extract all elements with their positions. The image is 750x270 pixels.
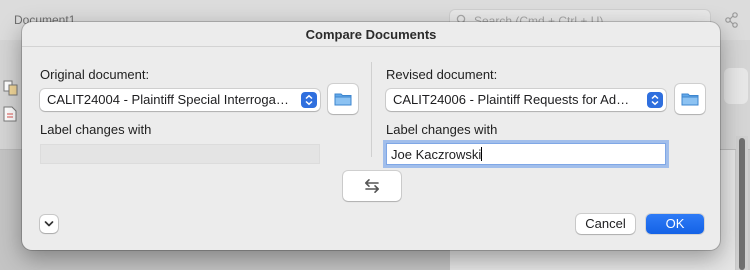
revised-document-label: Revised document:	[386, 67, 498, 82]
chevron-down-icon	[44, 221, 54, 227]
dialog-title: Compare Documents	[305, 27, 437, 42]
ribbon-collapse-button[interactable]	[724, 68, 748, 104]
cancel-button[interactable]: Cancel	[576, 214, 635, 234]
text-caret	[481, 147, 483, 161]
revised-label-changes-title: Label changes with	[386, 122, 498, 137]
scrollbar-thumb[interactable]	[739, 138, 745, 270]
original-label-changes-title: Label changes with	[40, 122, 152, 137]
browse-revised-button[interactable]	[675, 84, 705, 114]
folder-icon	[334, 93, 352, 106]
column-divider	[371, 62, 372, 157]
revised-label-changes-value: Joe Kaczrowski	[391, 147, 482, 162]
original-document-value: CALIT24004 - Plaintiff Special Interroga…	[47, 92, 305, 107]
share-icon[interactable]	[722, 11, 740, 29]
original-document-label: Original document:	[40, 67, 150, 82]
original-document-select[interactable]: CALIT24004 - Plaintiff Special Interroga…	[40, 89, 320, 111]
chevron-updown-icon	[647, 92, 663, 108]
document-icon[interactable]	[3, 106, 17, 122]
original-label-changes-field	[40, 144, 320, 164]
swap-arrows-icon	[365, 179, 379, 193]
ok-button[interactable]: OK	[646, 214, 704, 234]
folder-icon	[681, 93, 699, 106]
revised-document-select[interactable]: CALIT24006 - Plaintiff Requests for Admi…	[386, 89, 666, 111]
title-separator	[22, 46, 720, 47]
revised-label-changes-input[interactable]: Joe Kaczrowski	[386, 143, 666, 165]
more-options-button[interactable]	[40, 215, 58, 233]
compare-documents-dialog: Compare Documents Original document: CAL…	[22, 22, 720, 250]
chevron-updown-icon	[301, 92, 317, 108]
browse-original-button[interactable]	[328, 84, 358, 114]
revised-document-value: CALIT24006 - Plaintiff Requests for Admi…	[393, 92, 657, 107]
swap-documents-button[interactable]	[343, 171, 401, 201]
compare-icon[interactable]	[3, 80, 19, 96]
